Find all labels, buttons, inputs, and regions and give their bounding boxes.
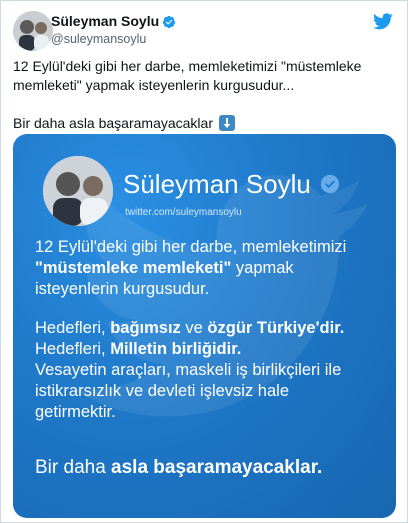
tweet-card: Süleyman Soylu @suleymansoylu 12 Eylül'd… <box>0 0 408 523</box>
author-avatar[interactable] <box>13 11 53 51</box>
card-line: 12 Eylül'deki gibi her darbe, memleketim… <box>35 238 347 256</box>
verified-badge-icon <box>163 15 176 28</box>
card-line: istikrarsızlık ve devleti işlevsiz hale <box>35 382 289 400</box>
card-line: getirmektir. <box>35 403 116 421</box>
card-text-span: yapmak <box>231 259 294 277</box>
card-text-span: Hedefleri, <box>35 319 111 337</box>
card-bold: asla başaramayacaklar. <box>111 457 323 478</box>
card-bold: bağımsız <box>110 319 181 337</box>
twitter-bird-icon[interactable] <box>373 13 393 30</box>
tweet-closing-text: Bir daha asla başaramayacaklar <box>13 115 213 131</box>
author-names: Süleyman Soylu @suleymansoylu <box>51 13 176 47</box>
card-bold: "müstemleke memleketi" <box>35 259 232 277</box>
card-avatar <box>43 156 113 226</box>
card-line: isteyenlerin kurgusudur. <box>35 280 210 298</box>
card-name-text: Süleyman Soylu <box>123 169 311 199</box>
card-text-span: ve <box>180 319 208 337</box>
card-line: Hedefleri, bağımsız ve özgür Türkiye'dir… <box>35 318 383 339</box>
tweet-header: Süleyman Soylu @suleymansoylu <box>13 11 397 51</box>
card-line: "müstemleke memleketi" yapmak <box>35 258 383 279</box>
card-quote: 12 Eylül'deki gibi her darbe, memleketim… <box>35 237 383 423</box>
card-verified-badge-icon <box>320 174 340 194</box>
card-closing-line: Bir daha asla başaramayacaklar. <box>35 456 322 480</box>
tweet-text: 12 Eylül'deki gibi her darbe, memleketim… <box>13 57 397 133</box>
tweet-line: 12 Eylül'deki gibi her darbe, memleketim… <box>13 58 362 74</box>
card-text-span: Bir daha <box>35 457 112 478</box>
tweet-line: memleketi" yapmak isteyenlerin kurgusudu… <box>13 77 295 93</box>
author-handle[interactable]: @suleymansoylu <box>51 31 176 47</box>
down-arrow-emoji <box>218 115 235 131</box>
card-url: twitter.com/suleymansoylu <box>125 207 242 218</box>
card-bold: özgür Türkiye'dir. <box>207 319 345 337</box>
card-line: Vesayetin araçları, maskeli iş birlikçil… <box>35 361 342 379</box>
card-line: Hedefleri, Milletin birliğidir. <box>35 339 383 360</box>
card-bold: Milletin birliğidir. <box>110 340 242 358</box>
card-display-name: Süleyman Soylu <box>123 169 341 199</box>
tweet-line-closing: Bir daha asla başaramayacaklar <box>13 114 397 133</box>
author-display-name[interactable]: Süleyman Soylu <box>51 13 159 30</box>
tweet-image[interactable]: Süleyman Soylu twitter.com/suleymansoylu… <box>13 134 396 518</box>
card-text-span: Hedefleri, <box>35 340 111 358</box>
